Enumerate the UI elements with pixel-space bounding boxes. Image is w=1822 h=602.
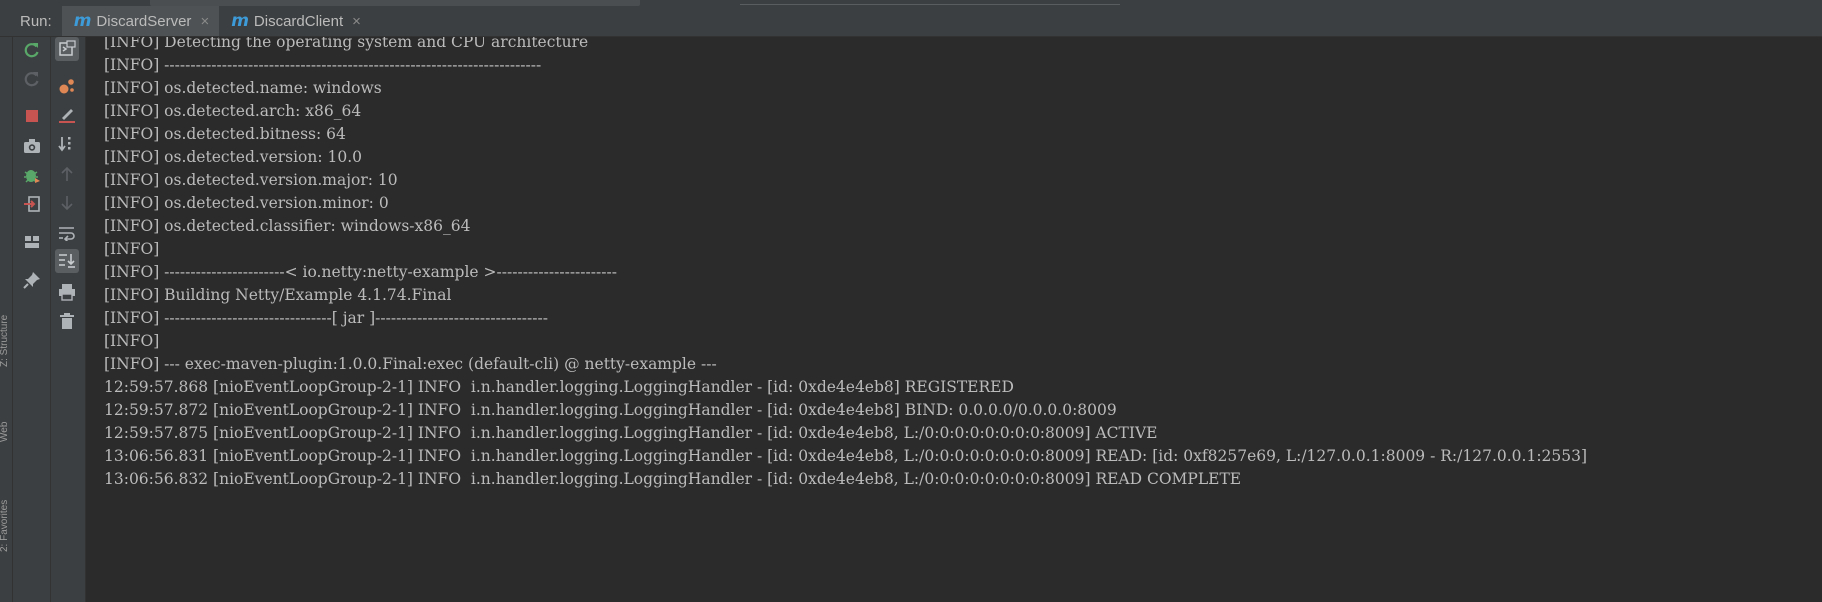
pin-icon[interactable] <box>20 268 44 292</box>
run-label: Run: <box>20 12 52 30</box>
console-output[interactable]: [INFO] Detecting the operating system an… <box>86 37 1822 602</box>
maven-m-icon: m <box>73 11 92 31</box>
console-line: [INFO] <box>104 332 160 350</box>
rerun-icon[interactable] <box>20 38 44 62</box>
console-line: 13:06:56.832 [nioEventLoopGroup-2-1] INF… <box>104 470 1242 488</box>
scroll-to-end-icon[interactable] <box>55 249 79 273</box>
console-line: [INFO] os.detected.version.major: 10 <box>104 171 398 189</box>
console-line: [INFO] os.detected.version: 10.0 <box>104 148 363 166</box>
console-toggle-icon[interactable] <box>55 37 79 61</box>
console-line: [INFO] <box>104 240 160 258</box>
console-line: [INFO] os.detected.name: windows <box>104 79 382 97</box>
trash-icon[interactable] <box>55 309 79 333</box>
dump-threads-icon[interactable] <box>20 134 44 158</box>
console-line: [INFO] os.detected.arch: x86_64 <box>104 102 362 120</box>
stop-icon[interactable] <box>20 104 44 128</box>
rerun-failed-icon[interactable] <box>20 67 44 91</box>
tab-discard-server[interactable]: m DiscardServer × <box>61 6 220 36</box>
console-line: [INFO] Building Netty/Example 4.1.74.Fin… <box>104 286 452 304</box>
console-line: [INFO] --- exec-maven-plugin:1.0.0.Final… <box>104 355 717 373</box>
sort-icon[interactable] <box>55 132 79 156</box>
run-toolbar-primary <box>13 37 51 602</box>
web-side-tab[interactable]: Web <box>0 392 11 442</box>
layout-icon[interactable] <box>20 230 44 254</box>
coverage-icon[interactable] <box>55 74 79 98</box>
tab-discard-client[interactable]: m DiscardClient × <box>219 6 371 36</box>
editor-line-fragment <box>740 0 1120 5</box>
console-line: 12:59:57.875 [nioEventLoopGroup-2-1] INF… <box>104 424 1158 442</box>
tab-label: DiscardServer <box>96 12 192 30</box>
console-line: [INFO] -----------------------< io.netty… <box>104 263 617 281</box>
run-panel-header: Run: m DiscardServer × m DiscardClient × <box>0 6 1822 37</box>
console-line: [INFO] ---------------------------------… <box>104 56 542 74</box>
tab-label: DiscardClient <box>253 12 344 30</box>
clear-highlight-icon[interactable] <box>55 103 79 127</box>
print-icon[interactable] <box>55 280 79 304</box>
close-icon[interactable]: × <box>352 13 361 30</box>
console-line: 13:06:56.831 [nioEventLoopGroup-2-1] INF… <box>104 447 1588 465</box>
console-line: [INFO] os.detected.version.minor: 0 <box>104 194 389 212</box>
scroll-down-icon[interactable] <box>55 191 79 215</box>
debug-restart-icon[interactable] <box>20 163 44 187</box>
console-line: [INFO] --------------------------------[… <box>104 309 548 327</box>
favorites-side-tab[interactable]: 2: Favorites <box>0 472 11 552</box>
console-line: [INFO] os.detected.bitness: 64 <box>104 125 346 143</box>
soft-wrap-icon[interactable] <box>55 221 79 245</box>
exit-icon[interactable] <box>20 192 44 216</box>
run-toolbar-secondary <box>51 37 86 602</box>
side-tool-window-bar: Z: Structure Web 2: Favorites <box>0 37 13 602</box>
maven-m-icon: m <box>231 11 249 31</box>
console-line: 12:59:57.868 [nioEventLoopGroup-2-1] INF… <box>104 378 1014 396</box>
scroll-up-icon[interactable] <box>55 162 79 186</box>
console-line: 12:59:57.872 [nioEventLoopGroup-2-1] INF… <box>104 401 1117 419</box>
close-icon[interactable]: × <box>200 13 209 30</box>
console-line: [INFO] os.detected.classifier: windows-x… <box>104 217 471 235</box>
structure-side-tab[interactable]: Z: Structure <box>0 277 11 367</box>
console-line: [INFO] Detecting the operating system an… <box>104 37 589 51</box>
